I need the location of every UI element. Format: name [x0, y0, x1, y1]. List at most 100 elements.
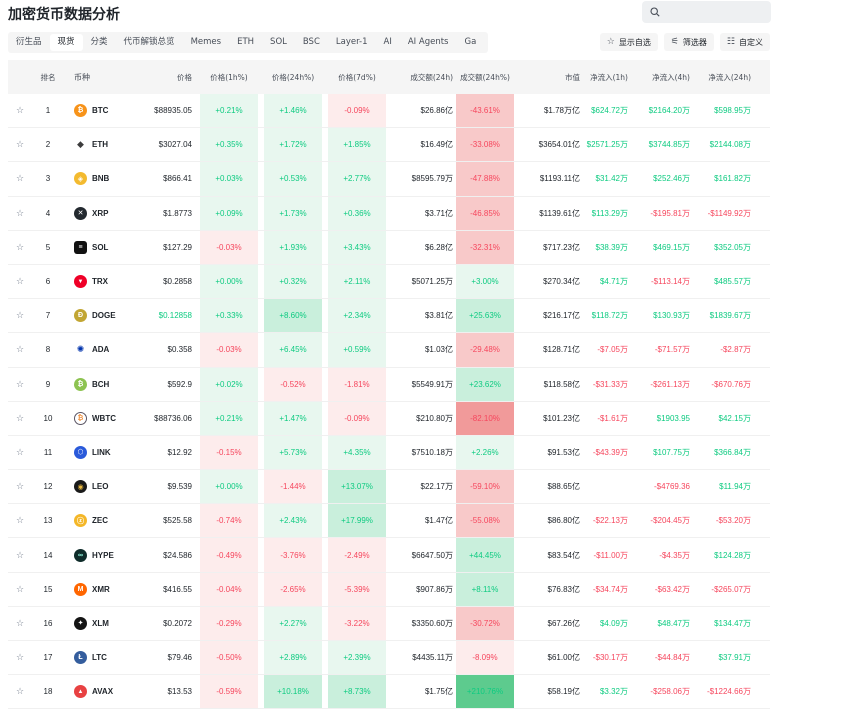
coin-cell[interactable]: ◉ LEO [64, 470, 136, 503]
coin-cell[interactable]: ₿ BTC [64, 94, 136, 127]
header-volume-24h[interactable]: 成交额(24h) [386, 60, 453, 94]
table-row[interactable]: ☆ 2 ◆ ETH $3027.04 +0.35% +1.72% +1.85% $16.49亿 -… [8, 128, 770, 163]
coin-cell[interactable]: ∞ HYPE [64, 538, 136, 571]
coin-cell[interactable]: ₿ BCH [64, 368, 136, 401]
header-market-cap[interactable]: 市值 [514, 60, 580, 94]
tab-6[interactable]: SOL [262, 34, 295, 51]
table-row[interactable]: ☆ 3 ◈ BNB $866.41 +0.03% +0.53% +2.77% $8595.79万… [8, 162, 770, 197]
table-row[interactable]: ☆ 18 ▲ AVAX $13.53 -0.59% +10.18% +8.73% $1.75亿 +… [8, 675, 770, 710]
favorite-star-icon[interactable]: ☆ [8, 675, 32, 708]
tab-5[interactable]: ETH [229, 34, 262, 51]
header-volume-change-24h[interactable]: 成交额(24h%) [456, 60, 514, 94]
favorite-star-icon[interactable]: ☆ [8, 265, 32, 298]
price-1h-cell: +0.03% [200, 162, 258, 196]
rank-cell: 6 [45, 277, 51, 287]
favorite-star-icon[interactable]: ☆ [8, 368, 32, 401]
netflow-1h-cell: -$22.13万 [592, 516, 628, 526]
tab-2[interactable]: 分类 [83, 34, 116, 51]
table-row[interactable]: ☆ 5 ≡ SOL $127.29 -0.03% +1.93% +3.43% $6.28亿 -32… [8, 230, 770, 265]
header-netflow-24h[interactable]: 净流入(24h) [690, 60, 751, 94]
favorite-star-icon[interactable]: ☆ [8, 573, 32, 606]
header-price-1h[interactable]: 价格(1h%) [200, 60, 258, 94]
market-cap-cell: $76.83亿 [547, 584, 580, 594]
price-1h-cell: +0.02% [200, 367, 258, 401]
header-price-24h[interactable]: 价格(24h%) [264, 60, 322, 94]
table-row[interactable]: ☆ 7 Ð DOGE $0.12858 +0.33% +8.60% +2.34% $3.81亿 +… [8, 299, 770, 334]
price-7d-cell: -2.49% [328, 538, 386, 572]
tab-8[interactable]: Layer-1 [328, 34, 376, 51]
search-input[interactable] [664, 6, 764, 18]
header-price-7d[interactable]: 价格(7d%) [328, 60, 386, 94]
filter-button[interactable]: ⚟ 筛选器 [663, 33, 714, 51]
table-row[interactable]: ☆ 4 ✕ XRP $1.8773 +0.09% +1.73% +0.36% $3.71亿 -46… [8, 196, 770, 231]
coin-cell[interactable]: ⬡ LINK [64, 436, 136, 469]
table-row[interactable]: ☆ 10 ₿ WBTC $88736.06 +0.21% +1.47% -0.09% $210.… [8, 401, 770, 436]
tab-9[interactable]: AI [376, 34, 400, 51]
tab-10[interactable]: AI Agents [400, 34, 457, 51]
chainlink-icon: ⬡ [74, 445, 87, 459]
coin-cell[interactable]: ▲ AVAX [64, 675, 136, 708]
market-cap-cell: $61.00亿 [547, 653, 580, 663]
show-favorites-button[interactable]: ☆ 显示自选 [599, 33, 658, 51]
netflow-24h-cell: $124.28万 [714, 550, 751, 560]
favorite-star-icon[interactable]: ☆ [8, 162, 32, 195]
favorite-star-icon[interactable]: ☆ [8, 128, 32, 161]
tab-3[interactable]: 代币解锁总览 [116, 34, 183, 51]
table-row[interactable]: ☆ 8 ✺ ADA $0.358 -0.03% +6.45% +0.59% $1.03亿 -29.… [8, 333, 770, 368]
coin-cell[interactable]: ✕ XRP [64, 197, 136, 230]
volume-change-24h-cell: -33.08% [456, 128, 514, 162]
coin-cell[interactable]: ⓩ ZEC [64, 504, 136, 537]
favorite-star-icon[interactable]: ☆ [8, 641, 32, 674]
table-row[interactable]: ☆ 17 Ł LTC $79.46 -0.50% +2.89% +2.39% $4435.11万… [8, 641, 770, 676]
header-netflow-4h[interactable]: 净流入(4h) [628, 60, 690, 94]
favorite-star-icon[interactable]: ☆ [8, 231, 32, 264]
favorite-star-icon[interactable]: ☆ [8, 436, 32, 469]
price-cell: $88935.05 [154, 106, 192, 116]
coin-cell[interactable]: ✺ ADA [64, 333, 136, 366]
tab-11[interactable]: Ga [456, 34, 484, 51]
favorite-star-icon[interactable]: ☆ [8, 197, 32, 230]
price-24h-cell: -3.76% [264, 538, 322, 572]
table-row[interactable]: ☆ 9 ₿ BCH $592.9 +0.02% -0.52% -1.81% $5549.91万 +… [8, 367, 770, 402]
table-row[interactable]: ☆ 13 ⓩ ZEC $525.58 -0.74% +2.43% +17.99% $1.47亿 -… [8, 504, 770, 539]
coin-cell[interactable]: ≡ SOL [64, 231, 136, 264]
coin-cell[interactable]: Ð DOGE [64, 299, 136, 332]
favorite-star-icon[interactable]: ☆ [8, 470, 32, 503]
coin-cell[interactable]: M XMR [64, 573, 136, 606]
coin-cell[interactable]: ◆ ETH [64, 128, 136, 161]
price-24h-cell: +8.60% [264, 299, 322, 333]
favorite-star-icon[interactable]: ☆ [8, 538, 32, 571]
table-row[interactable]: ☆ 16 ✦ XLM $0.2072 -0.29% +2.27% -3.22% $3350.60… [8, 606, 770, 641]
tab-1[interactable]: 现货 [49, 34, 83, 51]
table-row[interactable]: ☆ 11 ⬡ LINK $12.92 -0.15% +5.73% +4.35% $7510.18… [8, 435, 770, 471]
table-row[interactable]: ☆ 6 ▼ TRX $0.2858 +0.00% +0.32% +2.11% $5071.25万… [8, 264, 770, 300]
favorite-star-icon[interactable]: ☆ [8, 94, 32, 127]
tab-0[interactable]: 衍生品 [8, 34, 50, 51]
favorite-star-icon[interactable]: ☆ [8, 333, 32, 366]
header-coin[interactable]: 币种 [64, 60, 136, 94]
netflow-1h-cell: $31.42万 [595, 174, 628, 184]
header-netflow-1h[interactable]: 净流入(1h) [580, 60, 628, 94]
coin-cell[interactable]: ₿ WBTC [64, 402, 136, 435]
tab-7[interactable]: BSC [295, 34, 328, 51]
star-outline-icon: ☆ [606, 37, 615, 47]
coin-cell[interactable]: Ł LTC [64, 641, 136, 674]
tab-4[interactable]: Memes [183, 34, 230, 51]
coin-cell[interactable]: ✦ XLM [64, 607, 136, 640]
price-cell: $525.58 [163, 516, 192, 526]
table-row[interactable]: ☆ 12 ◉ LEO $9.539 +0.00% -1.44% +13.07% $22.17万 -… [8, 470, 770, 505]
table-row[interactable]: ☆ 14 ∞ HYPE $24.586 -0.49% -3.76% -2.49% $6647.5… [8, 538, 770, 573]
table-row[interactable]: ☆ 15 M XMR $416.55 -0.04% -2.65% -5.39% $907.86万… [8, 572, 770, 607]
table-row[interactable]: ☆ 1 ₿ BTC $88935.05 +0.21% +1.46% -0.09% $26.86亿… [8, 94, 770, 129]
customize-button[interactable]: ☷ 自定义 [719, 33, 770, 51]
favorite-star-icon[interactable]: ☆ [8, 299, 32, 332]
header-price[interactable]: 价格 [136, 60, 192, 94]
search-box[interactable] [642, 1, 771, 23]
favorite-star-icon[interactable]: ☆ [8, 504, 32, 537]
header-rank[interactable]: 排名 [32, 60, 64, 94]
netflow-4h-cell: $107.75万 [653, 447, 690, 457]
favorite-star-icon[interactable]: ☆ [8, 402, 32, 435]
coin-cell[interactable]: ▼ TRX [64, 265, 136, 298]
coin-cell[interactable]: ◈ BNB [64, 162, 136, 195]
favorite-star-icon[interactable]: ☆ [8, 607, 32, 640]
